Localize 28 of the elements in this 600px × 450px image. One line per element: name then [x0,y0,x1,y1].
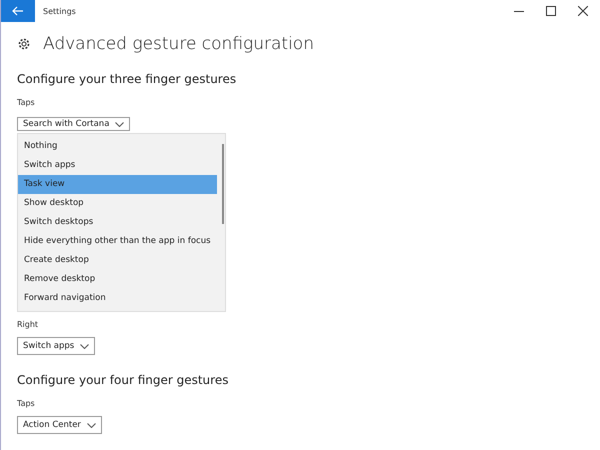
back-button[interactable] [1,0,35,22]
chevron-down-icon [80,344,90,348]
chevron-down-icon [86,422,96,428]
scrollbar[interactable] [222,144,224,224]
page-title: Advanced gesture configuration [43,34,314,54]
gear-icon [17,37,31,51]
dropdown-option[interactable]: Create desktop [18,251,217,270]
dropdown-option[interactable]: Forward navigation [18,289,217,308]
setting-label: Taps [17,399,36,408]
section-heading: Configure your four finger gestures [17,373,230,387]
setting-label: Taps [17,98,36,107]
dropdown-option[interactable]: Show desktop [18,194,217,213]
dropdown-option[interactable]: Task view [18,175,217,194]
dropdown-option[interactable]: Hide everything other than the app in focus [18,232,217,251]
dropdown[interactable]: Switch apps [17,337,96,355]
close-icon[interactable] [578,6,588,16]
dropdown-option[interactable]: Remove desktop [18,270,217,289]
back-arrow-icon [12,6,24,16]
window-title: Settings [43,6,76,16]
dropdown-option[interactable]: Nothing [18,137,217,156]
dropdown[interactable]: Action Center [17,416,102,434]
chevron-down-icon [115,122,124,126]
dropdown-option[interactable]: Switch desktops [18,213,217,232]
setting-label: Right [17,320,40,329]
dropdown[interactable]: Search with Cortana [17,117,130,131]
dropdown-option[interactable]: Switch apps [18,156,217,175]
section-heading: Configure your three finger gestures [17,72,238,86]
maximize-icon[interactable] [546,6,556,16]
